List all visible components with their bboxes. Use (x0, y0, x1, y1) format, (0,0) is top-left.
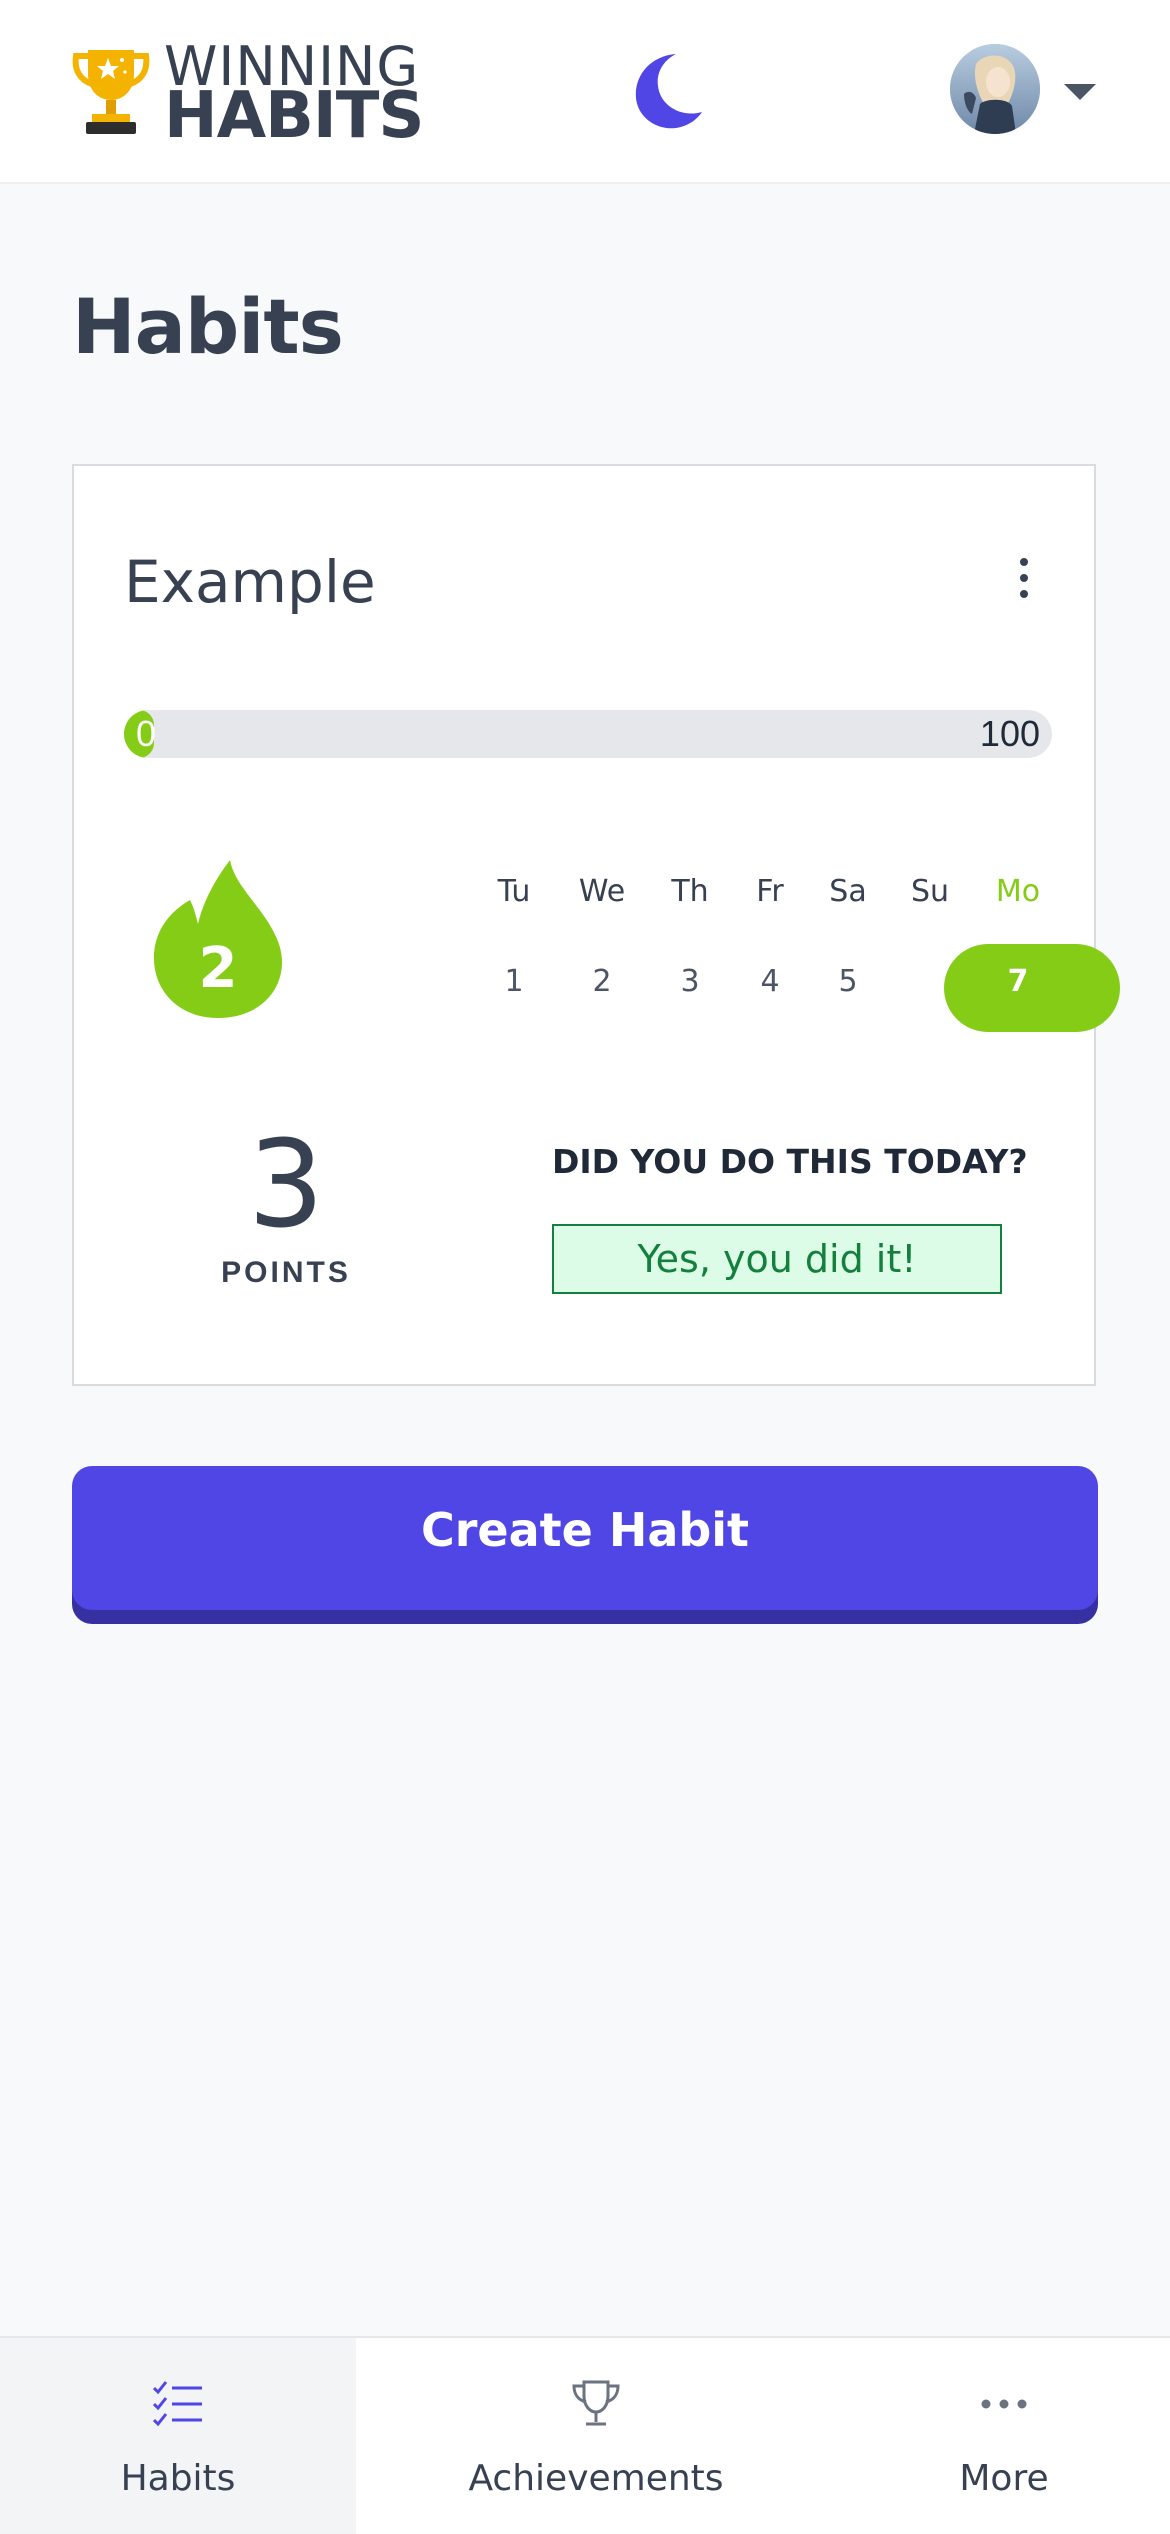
day-header-th: Th (671, 874, 709, 909)
logo-text-habits: HABITS (164, 79, 424, 153)
user-avatar[interactable] (950, 44, 1040, 134)
day-date-6[interactable]: 6 (890, 964, 970, 999)
day-date-2[interactable]: 2 (562, 964, 642, 999)
chevron-down-icon[interactable] (1062, 80, 1098, 104)
day-header-su: Su (910, 874, 950, 909)
completed-status-button[interactable]: Yes, you did it! (552, 1224, 1002, 1294)
day-header-sa: Sa (829, 874, 867, 909)
day-header-fr: Fr (756, 874, 784, 909)
page-title: Habits (72, 282, 344, 371)
trophy-logo-icon (72, 50, 150, 134)
checklist-icon (152, 2381, 202, 2427)
points-value: 3 (247, 1116, 325, 1255)
habit-name: Example (124, 548, 376, 616)
habit-progress-bar: 0 100 (124, 710, 1052, 758)
day-header-we: We (578, 874, 626, 909)
nav-item-achievements[interactable]: Achievements (420, 2338, 772, 2534)
progress-min-label: 0 (136, 713, 157, 754)
ellipsis-icon (981, 2399, 1027, 2409)
day-date-4[interactable]: 4 (730, 964, 810, 999)
nav-item-more[interactable]: More (904, 2338, 1104, 2534)
progress-max-label: 100 (979, 713, 1040, 754)
habit-options-menu-icon[interactable] (1012, 558, 1036, 608)
day-header-tu: Tu (497, 874, 531, 909)
day-date-5[interactable]: 5 (808, 964, 888, 999)
avatar-image (950, 44, 1040, 134)
day-date-7[interactable]: 7 (978, 964, 1058, 999)
habit-card: Example 0 100 2 Tu We Th Fr Sa Su Mo 1 2… (72, 464, 1120, 1386)
bottom-navigation: Habits Achievements More (0, 2336, 1170, 2534)
points-label: POINTS (221, 1256, 351, 1289)
today-question: DID YOU DO THIS TODAY? (552, 1142, 1028, 1181)
nav-label-habits: Habits (120, 2458, 236, 2499)
trophy-icon (572, 2380, 620, 2426)
nav-item-habits[interactable]: Habits (0, 2338, 356, 2534)
day-date-1[interactable]: 1 (474, 964, 554, 999)
nav-label-more: More (959, 2458, 1049, 2499)
week-calendar: Tu We Th Fr Sa Su Mo 1 2 3 4 5 6 7 (474, 874, 1120, 1032)
app-logo[interactable]: WINNING HABITS (70, 40, 424, 148)
dark-mode-toggle-moon-icon[interactable] (620, 46, 710, 136)
streak-count: 2 (198, 936, 238, 1001)
nav-label-achievements: Achievements (468, 2458, 724, 2499)
app-header: WINNING HABITS (0, 0, 1170, 184)
create-habit-button[interactable]: Create Habit (72, 1466, 1098, 1610)
day-header-mo: Mo (995, 874, 1041, 909)
day-date-3[interactable]: 3 (650, 964, 730, 999)
